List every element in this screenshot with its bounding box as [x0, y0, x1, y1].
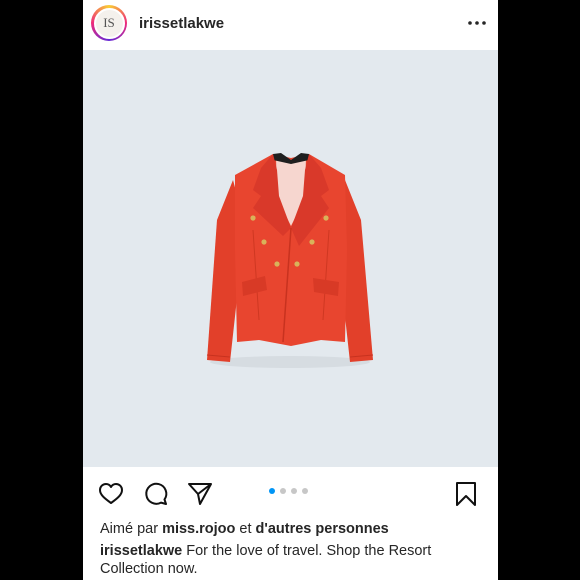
post-header: IS irissetlakwe — [83, 0, 498, 46]
carousel-dot — [302, 488, 308, 494]
comment-icon[interactable] — [143, 481, 169, 507]
avatar[interactable]: IS — [91, 5, 127, 41]
post-username[interactable]: irissetlakwe — [139, 15, 466, 32]
likes-prefix: Aimé par — [100, 521, 159, 537]
share-icon[interactable] — [187, 481, 213, 507]
carousel-dot-active — [269, 488, 275, 494]
heart-icon[interactable] — [98, 481, 124, 507]
caption-username[interactable]: irissetlakwe — [100, 543, 182, 559]
avatar-logo: IS — [95, 9, 123, 37]
more-options-icon[interactable] — [466, 12, 488, 34]
liked-by-user[interactable]: miss.rojoo — [162, 521, 235, 537]
post-image[interactable] — [83, 50, 498, 467]
carousel-indicator — [83, 488, 496, 494]
avatar-monogram: IS — [103, 15, 115, 30]
carousel-dot — [280, 488, 286, 494]
likes-others-link[interactable]: d'autres personnes — [256, 521, 389, 537]
post-caption: irissetlakwe For the love of travel. Sho… — [100, 542, 486, 578]
bookmark-icon[interactable] — [453, 481, 479, 507]
likes-conjunction: et — [239, 521, 252, 537]
carousel-dot — [291, 488, 297, 494]
instagram-post: IS irissetlakwe Aimé par miss.rojoo et d… — [83, 0, 498, 580]
red-blazer-illustration — [206, 153, 374, 368]
likes-line: Aimé par miss.rojoo et d'autres personne… — [100, 521, 488, 537]
avatar-ring: IS — [93, 7, 125, 39]
